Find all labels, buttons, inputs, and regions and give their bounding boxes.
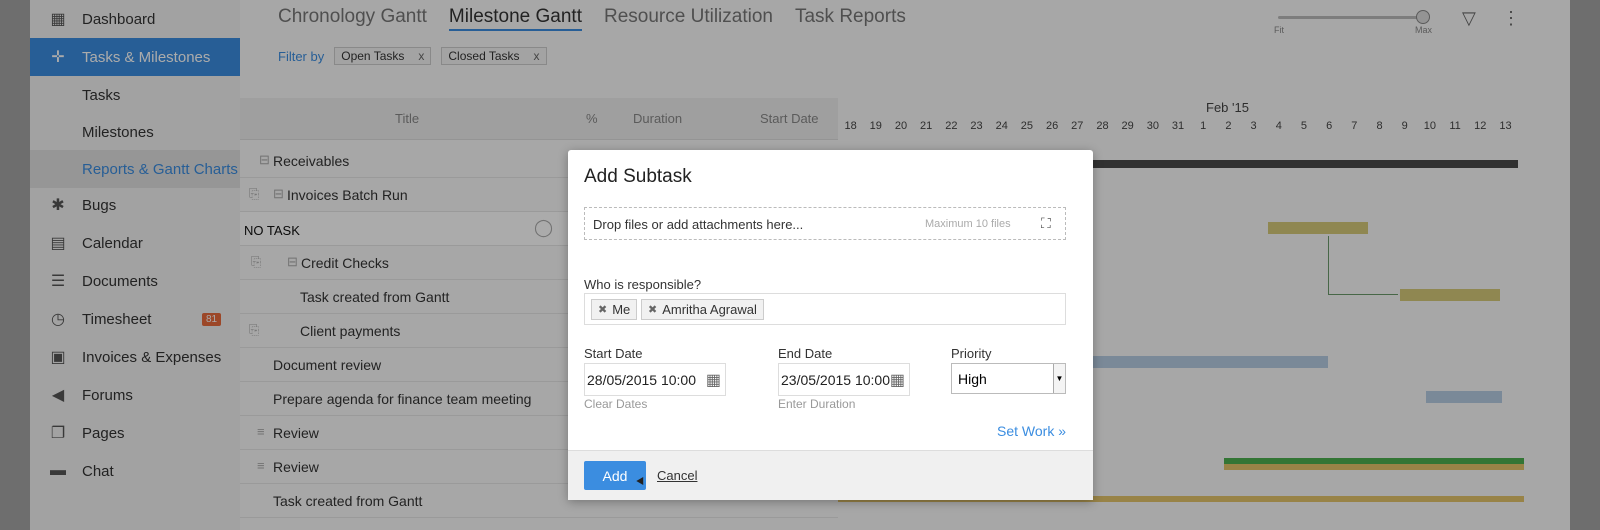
add-subtask-dialog: Add Subtask Drop files or add attachment… (568, 150, 1093, 500)
start-date-label: Start Date (584, 346, 643, 361)
chevron-down-icon: ▼ (1053, 364, 1065, 393)
dialog-title: Add Subtask (584, 166, 692, 187)
assignee-tag: ✖ Amritha Agrawal (641, 299, 764, 320)
priority-select[interactable]: High ▼ (951, 363, 1066, 394)
remove-assignee-icon[interactable]: ✖ (648, 303, 657, 316)
priority-label: Priority (951, 346, 992, 361)
expand-icon[interactable]: ⛶ (1041, 215, 1051, 232)
cancel-button[interactable]: Cancel (657, 468, 697, 483)
calendar-icon[interactable]: ▦ (889, 370, 905, 390)
responsible-input[interactable]: ✖ Me ✖ Amritha Agrawal (584, 293, 1066, 325)
attachment-dropzone[interactable]: Drop files or add attachments here... Ma… (584, 207, 1066, 240)
add-button[interactable]: Add (584, 461, 646, 490)
set-work-link[interactable]: Set Work » (997, 423, 1066, 439)
calendar-icon[interactable]: ▦ (705, 370, 721, 390)
remove-assignee-icon[interactable]: ✖ (598, 303, 607, 316)
responsible-label: Who is responsible? (584, 277, 702, 292)
enter-duration-link[interactable]: Enter Duration (778, 397, 855, 411)
end-date-field[interactable]: 23/05/2015 10:00 ▦ (778, 363, 910, 396)
dialog-footer: Add Cancel (568, 450, 1093, 500)
clear-dates-link[interactable]: Clear Dates (584, 397, 647, 411)
start-date-field[interactable]: 28/05/2015 10:00 ▦ (584, 363, 726, 396)
assignee-tag: ✖ Me (591, 299, 638, 320)
end-date-label: End Date (778, 346, 833, 361)
